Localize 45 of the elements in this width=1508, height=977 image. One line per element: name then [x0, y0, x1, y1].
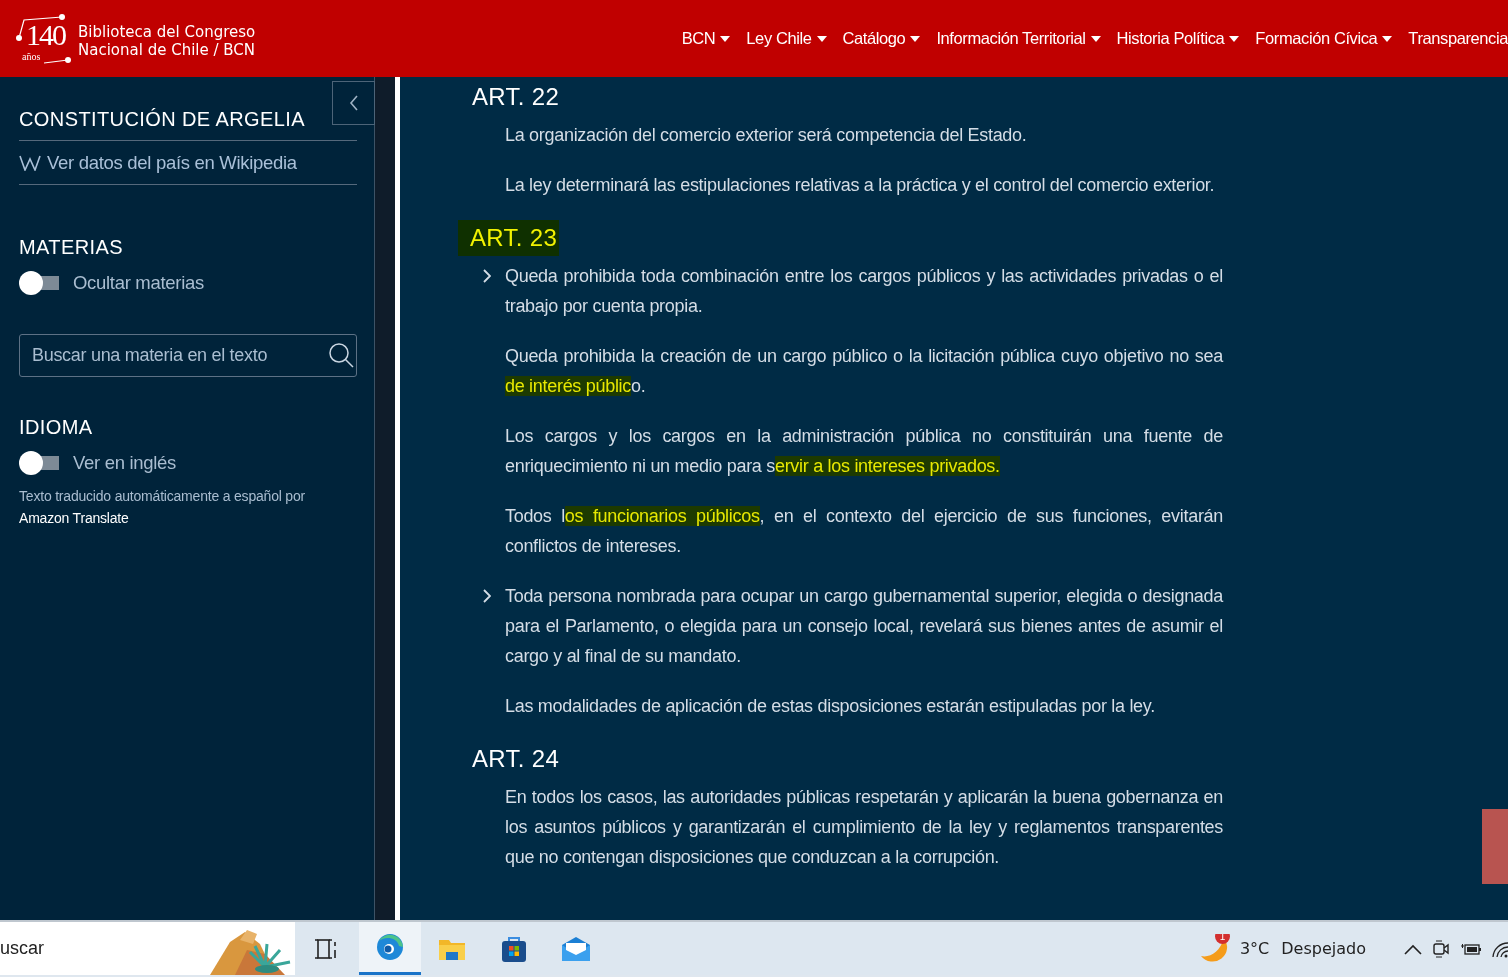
constellation-icon — [16, 13, 72, 64]
toggle-label: Ocultar materias — [73, 272, 204, 294]
nav-menu-item[interactable]: Ley Chile — [746, 29, 827, 48]
article-paragraph: Toda persona nombrada para ocupar un cargo gubernamental superior, elegida o designada para el Parlamento, o elegida para un consejo local, revelará sus bienes antes de asumir el cargo y al final de su mandato. — [505, 581, 1223, 671]
article-paragraph: Las modalidades de aplicación de estas disposiciones estarán estipuladas por la ley. — [505, 695, 1156, 718]
camera-icon[interactable] — [1432, 938, 1450, 959]
collapse-button[interactable] — [332, 81, 375, 125]
nav-menu-item[interactable]: Información Territorial — [936, 29, 1101, 48]
nav-menu-item[interactable]: Transparencia — [1408, 29, 1508, 48]
battery-icon[interactable] — [1460, 941, 1482, 956]
article-paragraph: Queda prohibida toda combinación entre los cargos públicos y las actividades privadas o el trabajo por cuenta propia. — [505, 261, 1223, 321]
search-field[interactable]: Buscar una materia en el texto — [19, 334, 357, 377]
article-paragraph: La organización del comercio exterior será competencia del Estado. — [505, 124, 1028, 147]
translation-link[interactable]: Amazon Translate — [19, 507, 129, 529]
chevron-up-icon[interactable] — [1404, 942, 1422, 955]
toggle-label: Ver en inglés — [73, 452, 177, 474]
article-paragraph: En todos los casos, las autoridades públicas respetarán y aplicarán la buena gobernanza en los asuntos públicos y garantizarán el cumplimiento de la ley y reglamentos transparentes que no contengan disposiciones que conduzcan a la corrupción. — [505, 786, 1223, 869]
logo-number: 140 — [26, 19, 65, 50]
weather-widget[interactable]: 1 3°C Despejado — [1197, 933, 1366, 964]
nav-menu-item[interactable]: Formación Cívica — [1255, 29, 1393, 48]
wikipedia-icon — [19, 154, 41, 171]
notification-badge: 1 — [1214, 933, 1230, 944]
logo-caption: años — [22, 51, 41, 62]
site-name: Nacional de Chile / BCN — [78, 40, 256, 59]
search-icon — [328, 342, 354, 368]
section-heading: IDIOMA — [19, 415, 94, 439]
browser-icon — [375, 932, 405, 962]
taskbar-search-text[interactable]: uscar — [0, 938, 44, 959]
sidebar-title: CONSTITUCIÓN DE ARGELIA — [19, 77, 357, 141]
section-heading: MATERIAS — [19, 235, 124, 259]
article-paragraph: Todos los funcionarios públicos, en el contexto del ejercicio de sus funciones, evitarán conflictos de intereses. — [505, 505, 1223, 558]
article-paragraph: Los cargos y los cargos en la administración pública no constituirán una fuente de enriquecimiento ni un medio para servir a los intereses privados. — [505, 425, 1223, 478]
article-title: ART. 23 — [458, 220, 560, 256]
article-title: ART. 24 — [471, 744, 561, 774]
article-paragraph: Queda prohibida la creación de un cargo público o la licitación pública cuyo objetivo no sea de interés público. — [505, 345, 1223, 398]
wikipedia-link[interactable]: Ver datos del país en Wikipedia — [19, 141, 357, 185]
nav-menu-item[interactable]: Catálogo — [842, 29, 921, 48]
site-name: Biblioteca del Congreso — [78, 22, 256, 41]
article-title: ART. 22 — [471, 82, 561, 112]
nav-menu-item[interactable]: Historia Política — [1116, 29, 1240, 48]
nav-menu-item[interactable]: BCN — [681, 29, 731, 48]
translation-note: Texto traducido automáticamente a español por — [19, 487, 306, 506]
article-paragraph: La ley determinará las estipulaciones relativas a la práctica y el control del comercio exterior. — [505, 174, 1216, 197]
chevron-left-icon — [348, 95, 359, 111]
taskbar-app-button[interactable] — [359, 922, 421, 975]
